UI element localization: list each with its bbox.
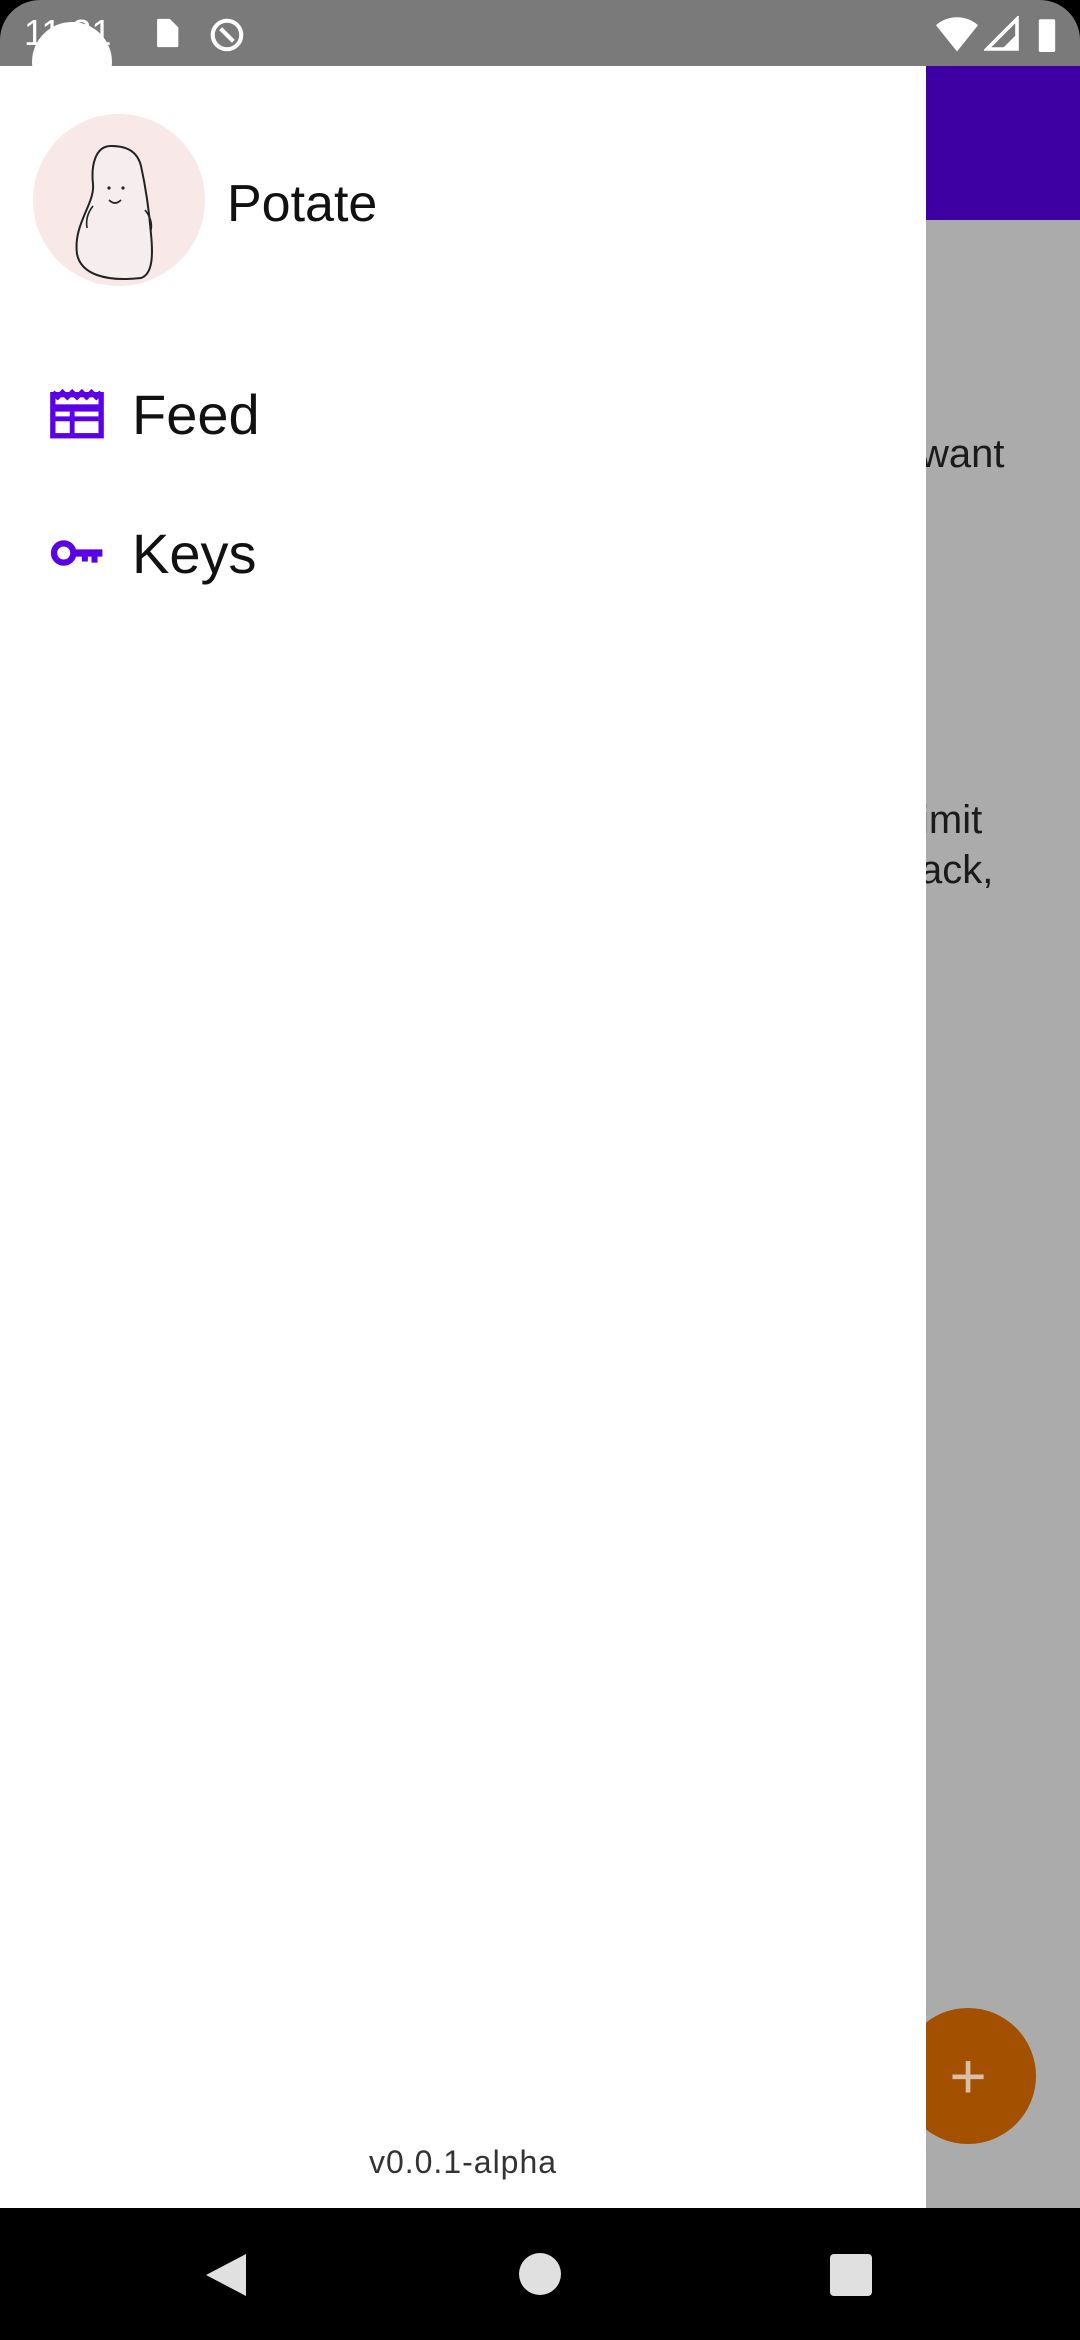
- nav-item-keys[interactable]: Keys: [0, 498, 926, 608]
- nav-item-label: Keys: [132, 521, 257, 585]
- battery-icon: [1038, 19, 1056, 52]
- background-text: imit: [920, 798, 983, 842]
- home-icon[interactable]: [518, 2252, 562, 2296]
- recents-icon[interactable]: [830, 2254, 872, 2296]
- navigation-drawer: Potate Feed Keys v0.0.1-alpha: [0, 66, 926, 2208]
- cell-signal-icon: [984, 16, 1019, 51]
- nav-item-feed[interactable]: Feed: [0, 359, 926, 469]
- wifi-icon: [936, 17, 978, 52]
- sd-card-icon: [157, 18, 179, 48]
- app-version: v0.0.1-alpha: [368, 2144, 558, 2180]
- feed-icon: [50, 388, 104, 439]
- nav-item-label: Feed: [132, 382, 260, 446]
- system-nav-bar: [0, 2208, 1080, 2340]
- data-saver-icon: [210, 18, 244, 52]
- potato-avatar-illustration: [75, 144, 153, 280]
- status-bar: 11:31: [0, 0, 1080, 102]
- back-icon[interactable]: [202, 2250, 250, 2300]
- user-name: Potate: [227, 175, 378, 233]
- background-text: want: [920, 432, 1005, 476]
- key-icon: [50, 540, 103, 566]
- background-text: ack,: [920, 848, 994, 892]
- avatar[interactable]: [33, 114, 205, 286]
